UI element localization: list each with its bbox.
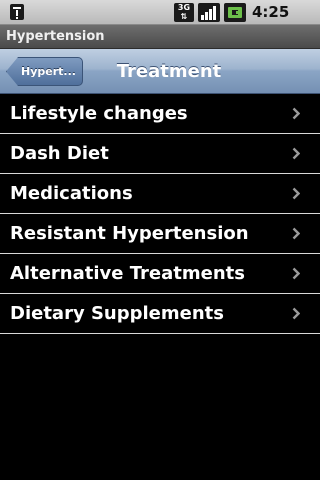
network-3g-icon: 3G ⇅ [174, 3, 194, 22]
navigation-bar: Hypert... Treatment [0, 49, 320, 94]
menu-item-resistant-hypertension[interactable]: Resistant Hypertension [0, 214, 320, 254]
menu-item-medications[interactable]: Medications [0, 174, 320, 214]
treatment-menu: Lifestyle changes Dash Diet Medications … [0, 94, 320, 334]
status-bar: 3G⇅ 4:25 PM [0, 0, 320, 40]
menu-item-label: Dietary Supplements [10, 303, 224, 324]
page-title: Treatment [116, 61, 222, 82]
menu-item-label: Lifestyle changes [10, 103, 188, 124]
chevron-right-icon [292, 147, 300, 160]
menu-item-label: Alternative Treatments [10, 263, 245, 284]
notification-icon[interactable] [9, 3, 25, 21]
menu-item-dietary-supplements[interactable]: Dietary Supplements [0, 294, 320, 334]
chevron-right-icon [292, 107, 300, 120]
menu-item-dash-diet[interactable]: Dash Diet [0, 134, 320, 174]
network-label: 3G [177, 3, 191, 12]
menu-item-label: Medications [10, 183, 133, 204]
chevron-right-icon [292, 307, 300, 320]
chevron-right-icon [292, 267, 300, 280]
menu-item-alternative-treatments[interactable]: Alternative Treatments [0, 254, 320, 294]
clock-time: 4:25 PM [252, 3, 290, 40]
menu-item-label: Resistant Hypertension [10, 223, 249, 244]
battery-icon [224, 3, 246, 22]
signal-icon [198, 3, 220, 22]
chevron-right-icon [292, 187, 300, 200]
menu-item-lifestyle-changes[interactable]: Lifestyle changes [0, 94, 320, 134]
back-button[interactable]: Hypert... [6, 57, 83, 86]
app-title: Hypertension [0, 25, 320, 49]
chevron-right-icon [292, 227, 300, 240]
menu-item-label: Dash Diet [10, 143, 109, 164]
